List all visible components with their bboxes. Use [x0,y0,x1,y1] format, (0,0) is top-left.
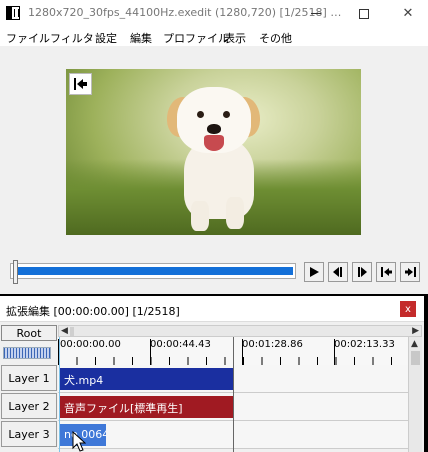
jump-end-icon [404,267,416,277]
scroll-right-icon[interactable]: ▶ [412,326,419,336]
clip-video[interactable]: 犬.mp4 [60,368,233,390]
seek-progress [15,267,293,275]
play-icon [310,267,319,277]
close-icon: ✕ [402,6,414,21]
title-bar[interactable]: 1280x720_30fps_44100Hz.exedit (1280,720)… [0,0,428,27]
menu-settings[interactable]: 設定 [95,30,117,46]
clip-audio[interactable]: 音声ファイル[標準再生] [60,396,233,418]
menu-view[interactable]: 表示 [224,30,246,46]
prev-frame-button[interactable] [328,262,348,282]
ruler-label: 00:02:13.33 [334,339,395,350]
playhead[interactable] [59,337,60,452]
scroll-thumb[interactable] [411,351,420,365]
jump-end-button[interactable] [400,262,420,282]
root-button[interactable]: Root [1,325,57,341]
menu-bar: ファイル フィルタ 設定 編集 プロファイル 表示 その他 [0,27,428,47]
timeline-close-button[interactable]: x [400,301,416,317]
jump-to-start-icon [74,78,87,90]
jump-to-start-button[interactable] [69,73,92,95]
prev-frame-icon [333,267,342,277]
close-button[interactable]: ✕ [388,0,428,27]
ruler-label: 00:00:44.43 [150,339,211,350]
app-film-icon [6,6,20,20]
timeline-title: 拡張編集 [00:00:00.00] [1/2518] [6,305,180,318]
ruler-label: 00:01:28.86 [242,339,303,350]
timeline-window: 拡張編集 [00:00:00.00] [1/2518] x Root ◀ ▶ 0… [0,296,424,452]
maximize-button[interactable] [344,0,384,27]
layer-header-2[interactable]: Layer 2 [1,393,57,419]
layer-header-1[interactable]: Layer 1 [1,365,57,391]
video-preview [66,69,361,235]
jump-start-button[interactable] [376,262,396,282]
horizontal-scrollbar[interactable]: ◀ ▶ [58,325,422,337]
next-frame-button[interactable] [352,262,372,282]
play-button[interactable] [304,262,324,282]
mouse-pointer-icon [72,431,86,452]
maximize-icon [359,8,369,19]
close-icon: x [405,303,411,315]
menu-filter[interactable]: フィルタ [50,30,94,46]
minimize-icon [311,13,321,14]
seek-thumb[interactable] [13,260,18,284]
menu-other[interactable]: その他 [259,30,292,46]
minimize-button[interactable] [296,0,336,27]
menu-profile[interactable]: プロファイル [163,30,229,46]
zoom-slider[interactable] [3,347,51,359]
seek-bar[interactable] [10,260,296,284]
scroll-left-icon[interactable]: ◀ [61,326,68,336]
ruler-label: 00:00:00.00 [60,339,121,350]
window-title: 1280x720_30fps_44100Hz.exedit (1280,720)… [28,6,342,19]
layer-header-3[interactable]: Layer 3 [1,421,57,447]
jump-start-icon [380,267,392,277]
next-frame-icon [358,267,367,277]
scroll-thumb[interactable] [70,327,74,336]
main-window: 1280x720_30fps_44100Hz.exedit (1280,720)… [0,0,428,294]
vertical-scrollbar[interactable]: ▲ [408,337,422,452]
timeline-title-bar[interactable]: 拡張編集 [00:00:00.00] [1/2518] x [0,296,424,322]
menu-edit[interactable]: 編集 [130,30,152,46]
menu-file[interactable]: ファイル [6,30,50,46]
timeline-end-marker [233,337,234,452]
preview-area [0,47,428,257]
scroll-up-icon[interactable]: ▲ [411,339,418,349]
